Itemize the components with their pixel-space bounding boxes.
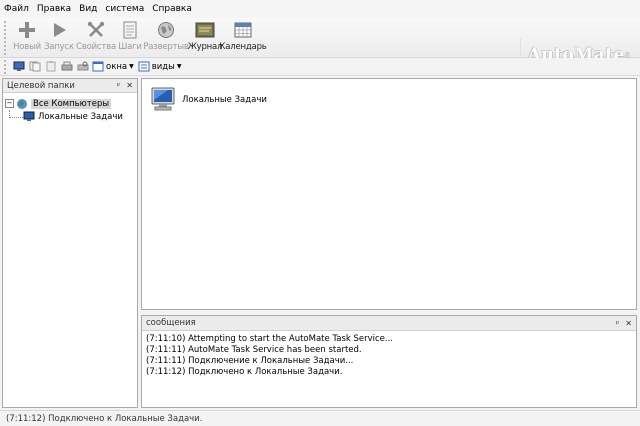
main-view-panel: Локальные Задачи — [141, 78, 637, 310]
journal-button-label: Журнал — [187, 42, 223, 52]
print-preview-icon[interactable] — [76, 61, 90, 73]
menu-help[interactable]: Справка — [152, 4, 192, 14]
steps-button-label: Шаги — [118, 42, 142, 52]
properties-button-label: Свойства — [76, 42, 116, 52]
target-folders-title: Целевой папки — [7, 80, 75, 91]
close-icon[interactable]: ✕ — [625, 319, 632, 328]
print-icon[interactable] — [60, 61, 74, 73]
chevron-down-icon: ▼ — [129, 63, 134, 70]
new-button-label: Новый — [13, 42, 41, 52]
wrench-icon — [85, 20, 107, 40]
messages-header: сообщения ᵖ ✕ — [142, 316, 636, 331]
calendar-button-label: Календарь — [219, 42, 267, 52]
plus-icon — [16, 20, 38, 40]
new-button[interactable]: Новый — [12, 20, 42, 58]
menu-system[interactable]: система — [105, 4, 144, 14]
deploy-button-label: Развертыв — [143, 42, 189, 52]
monitor-icon[interactable] — [12, 61, 26, 73]
calendar-icon — [232, 20, 254, 40]
target-folders-panel: Целевой папки ᵖ ✕ − Все Компьютеры Локал… — [2, 78, 138, 408]
log-line: (7:11:12) Подключено к Локальные Задачи. — [146, 367, 343, 377]
collapse-icon[interactable]: − — [5, 99, 14, 108]
messages-panel: сообщения ᵖ ✕ (7:11:10) Attempting to st… — [141, 315, 637, 408]
log-line: (7:11:10) Attempting to start the AutoMa… — [146, 334, 394, 344]
status-text: (7:11:12) Подключено к Локальные Задачи. — [6, 413, 203, 424]
messages-log: (7:11:10) Attempting to start the AutoMa… — [142, 331, 636, 381]
computer-icon — [23, 111, 35, 121]
messages-title: сообщения — [146, 318, 196, 328]
local-tasks-item[interactable]: Локальные Задачи — [148, 87, 267, 113]
deploy-button[interactable]: Развертыв — [143, 20, 189, 58]
pin-icon[interactable]: ᵖ — [616, 319, 619, 328]
menu-bar: Файл Правка Вид система Справка — [0, 0, 640, 18]
windows-dropdown[interactable]: окна ▼ — [92, 61, 134, 72]
run-button[interactable]: Запуск — [42, 20, 76, 58]
document-icon — [119, 20, 141, 40]
log-line: (7:11:11) Подключение к Локальные Задачи… — [146, 356, 354, 366]
menu-file[interactable]: Файл — [4, 4, 29, 14]
menu-view[interactable]: Вид — [79, 4, 97, 14]
folder-tree: − Все Компьютеры Локальные Задачи — [3, 93, 137, 127]
target-folders-header: Целевой папки ᵖ ✕ — [3, 79, 137, 93]
menu-edit[interactable]: Правка — [37, 4, 71, 14]
copy-icon[interactable] — [28, 61, 42, 73]
windows-dropdown-label: окна — [106, 61, 128, 72]
tree-item-local-tasks[interactable]: Локальные Задачи — [5, 110, 135, 123]
tree-label-all-computers: Все Компьютеры — [31, 98, 112, 109]
tree-item-all-computers[interactable]: − Все Компьютеры — [5, 97, 135, 110]
pin-icon[interactable]: ᵖ — [117, 81, 120, 90]
views-dropdown-label: виды — [151, 61, 175, 72]
calendar-button[interactable]: Календарь — [219, 20, 267, 58]
play-icon — [48, 20, 70, 40]
globe-icon — [155, 20, 177, 40]
toolbar-grip[interactable] — [4, 21, 8, 55]
main-toolbar: Новый Запуск Свойства Шаги Развертыв Жур… — [0, 18, 640, 72]
views-icon — [138, 61, 150, 72]
properties-button[interactable]: Свойства — [76, 20, 116, 58]
run-button-label: Запуск — [44, 42, 74, 52]
window-icon — [92, 61, 104, 72]
chevron-down-icon: ▼ — [176, 63, 182, 70]
large-computer-icon — [151, 87, 175, 111]
toolbar2-grip[interactable] — [4, 59, 8, 74]
tree-label-local-tasks: Локальные Задачи — [38, 111, 123, 122]
log-line: (7:11:11) AutoMate Task Service has been… — [146, 345, 362, 355]
close-icon[interactable]: ✕ — [126, 81, 133, 90]
tree-connector — [9, 110, 23, 118]
steps-button[interactable]: Шаги — [116, 20, 144, 58]
status-bar: (7:11:12) Подключено к Локальные Задачи. — [0, 410, 640, 426]
views-dropdown[interactable]: виды ▼ — [138, 61, 182, 72]
journal-icon — [194, 20, 216, 40]
journal-button[interactable]: Журнал — [188, 20, 222, 58]
local-tasks-item-label: Локальные Задачи — [182, 95, 267, 105]
paste-icon[interactable] — [44, 61, 58, 73]
secondary-toolbar: окна ▼ виды ▼ — [0, 58, 640, 76]
network-computers-icon — [17, 98, 27, 109]
